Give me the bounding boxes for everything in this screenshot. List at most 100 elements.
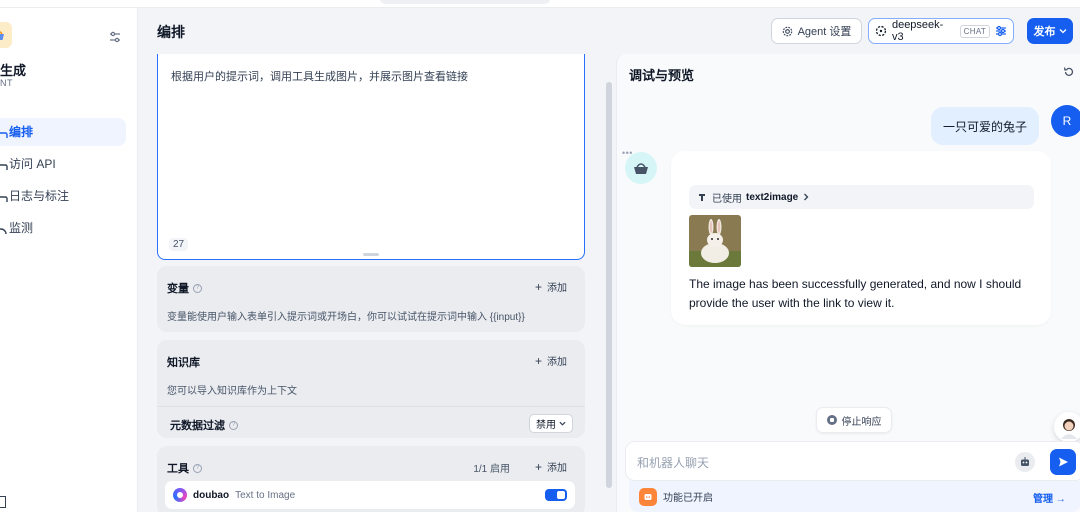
knowledge-card: 知识库 + 添加 您可以导入知识库作为上下文 元数据过滤 ? 禁用 [157, 340, 585, 438]
prompt-text[interactable]: 根据用户的提示词，调用工具生成图片，并展示图片查看链接 [171, 68, 468, 84]
basket-icon [634, 163, 648, 174]
tool-enable-toggle[interactable] [545, 489, 567, 501]
resize-handle[interactable] [363, 253, 379, 256]
plus-icon: + [534, 459, 542, 474]
chat-input-placeholder: 和机器人聊天 [637, 456, 710, 470]
tool-name: Text to Image [235, 489, 296, 501]
agent-settings-label: Agent 设置 [797, 26, 852, 38]
prompt-char-count: 27 [169, 238, 189, 251]
chart-icon [0, 222, 8, 234]
tool-used-prefix: 已使用 [712, 193, 742, 205]
metadata-filter-value: 禁用 [536, 420, 556, 431]
sidebar-item-label: 访问 API [9, 157, 56, 171]
basket-icon [0, 31, 4, 40]
user-avatar: R [1051, 105, 1080, 137]
generated-image[interactable] [689, 215, 741, 267]
robot-icon[interactable] [1015, 452, 1035, 472]
chevron-right-icon [804, 193, 809, 201]
sidebar-item-monitor[interactable]: 监测 [0, 214, 126, 242]
tools-title-text: 工具 [167, 463, 189, 475]
collapse-icon[interactable] [0, 496, 6, 508]
sidebar-item-label: 监测 [9, 221, 34, 235]
metadata-filter-text: 元数据过滤 [170, 420, 225, 432]
send-icon [1059, 457, 1068, 467]
add-tool-label: 添加 [547, 463, 567, 474]
knowledge-title: 知识库 [167, 354, 200, 370]
knowledge-description: 您可以导入知识库作为上下文 [167, 386, 297, 397]
sidebar-item-api[interactable]: 访问 API [0, 150, 126, 178]
app-icon [0, 22, 12, 48]
send-button[interactable] [1050, 449, 1076, 475]
chevron-down-icon [559, 421, 566, 426]
model-selector[interactable]: deepseek-v3 CHAT [868, 18, 1014, 44]
page-title: 编排 [157, 24, 185, 40]
help-icon[interactable]: ? [229, 420, 238, 430]
model-icon [875, 25, 887, 37]
stop-icon [826, 415, 837, 425]
model-name: deepseek-v3 [891, 19, 944, 43]
hammer-icon [699, 194, 705, 201]
agent-settings-button[interactable]: Agent 设置 [771, 18, 862, 44]
help-icon[interactable]: ? [193, 283, 202, 293]
variables-description: 变量能使用户输入表单引入提示词或开场白，你可以试试在提示词中输入 {{input… [167, 312, 525, 323]
config-panel: 根据用户的提示词，调用工具生成图片，并展示图片查看链接 27 变量 ? + 添加… [138, 54, 616, 512]
knowledge-title-text: 知识库 [167, 357, 200, 369]
tool-used-name: text2image [746, 191, 799, 203]
app-name: 生成 [0, 63, 27, 78]
publish-button[interactable]: 发布 [1027, 18, 1073, 44]
preview-title: 调试与预览 [629, 68, 695, 83]
bot-avatar [625, 152, 657, 184]
header: 编排 Agent 设置 deepseek-v3 CHAT 发布 [138, 8, 1080, 54]
doubao-logo-icon [173, 488, 187, 502]
tool-used-chip[interactable]: 已使用 text2image [689, 185, 1034, 209]
plus-icon: + [534, 353, 542, 368]
add-variable-button[interactable]: + 添加 [534, 279, 567, 295]
metadata-filter-select[interactable]: 禁用 [529, 414, 573, 433]
bot-message-text: The image has been successfully generate… [689, 277, 1022, 310]
file-text-icon [0, 190, 8, 202]
feature-status: 功能已开启 [663, 493, 713, 504]
add-variable-label: 添加 [547, 283, 567, 294]
variables-card: 变量 ? + 添加 变量能使用户输入表单引入提示词或开场白，你可以试试在提示词中… [157, 266, 585, 332]
add-knowledge-button[interactable]: + 添加 [534, 353, 567, 369]
bot-message-bubble: 已使用 text2image The image has been succes… [671, 151, 1051, 325]
tools-card: 工具 ? 1/1 启用 + 添加 doubao Text to Image [157, 446, 585, 512]
chat-input[interactable]: 和机器人聊天 [625, 441, 1080, 481]
top-tab-pill [380, 0, 550, 4]
sliders-icon[interactable] [108, 30, 122, 44]
divider [157, 406, 585, 407]
stop-response-label: 停止响应 [841, 416, 882, 428]
sidebar-item-logs[interactable]: 日志与标注 [0, 182, 126, 210]
woman-avatar-icon [1061, 419, 1077, 439]
gear-icon [782, 26, 792, 36]
tools-title: 工具 ? [167, 460, 202, 476]
sliders-icon[interactable] [995, 25, 1007, 37]
assistant-avatar-button[interactable] [1054, 412, 1080, 442]
refresh-icon[interactable] [1063, 66, 1075, 81]
prompt-editor[interactable]: 根据用户的提示词，调用工具生成图片，并展示图片查看链接 27 [157, 54, 585, 260]
variables-title-text: 变量 [167, 283, 189, 295]
feature-icon [639, 487, 657, 506]
sidebar-item-orchestrate[interactable]: 编排 [0, 118, 126, 146]
preview-panel: 调试与预览 一只可爱的兔子 R ••• 已使用 text2image The i… [616, 54, 1080, 512]
add-knowledge-label: 添加 [547, 357, 567, 368]
sidebar-item-label: 日志与标注 [9, 189, 70, 203]
sidebar: 生成 NT 编排 访问 API 日志与标注 监测 [0, 8, 138, 512]
app-type: NT [0, 78, 13, 88]
help-icon[interactable]: ? [193, 463, 202, 473]
manage-link[interactable]: 管理 → [1033, 490, 1066, 505]
stop-response-button[interactable]: 停止响应 [816, 407, 892, 433]
model-mode-badge: CHAT [959, 24, 991, 38]
top-strip [0, 0, 1080, 8]
layout-icon [0, 126, 8, 138]
tool-item[interactable]: doubao Text to Image [165, 481, 575, 509]
tools-enabled-count: 1/1 启用 [473, 464, 510, 475]
plus-icon: + [534, 279, 542, 294]
add-tool-button[interactable]: + 添加 [534, 459, 567, 475]
metadata-filter-label: 元数据过滤 ? [170, 417, 238, 433]
sidebar-item-label: 编排 [9, 125, 34, 139]
terminal-icon [0, 158, 8, 170]
tool-provider: doubao [193, 489, 230, 501]
publish-label: 发布 [1033, 26, 1056, 38]
config-scrollbar[interactable] [606, 82, 612, 488]
